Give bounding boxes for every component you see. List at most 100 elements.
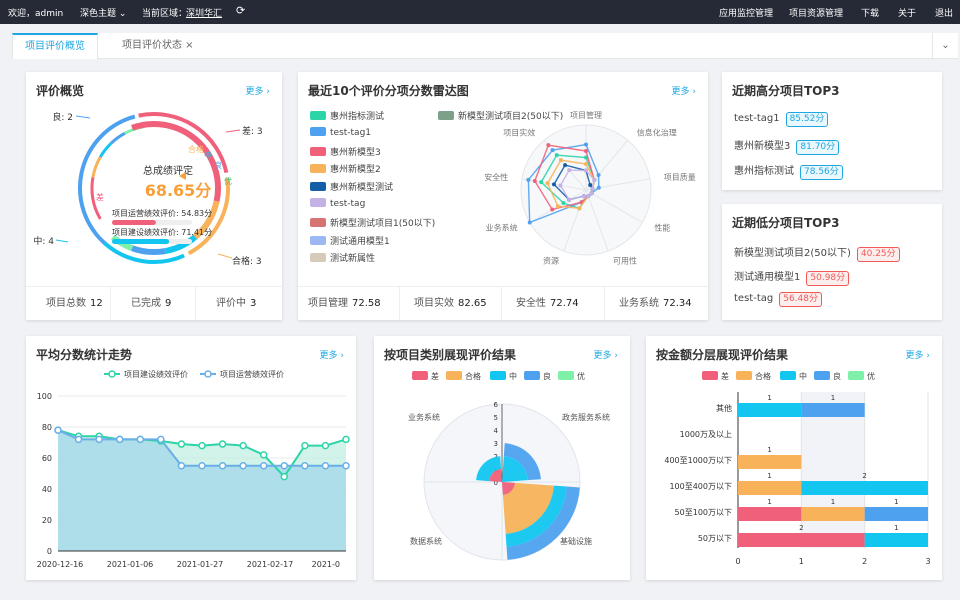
data-point [239,462,247,470]
legend-label: 良 [833,371,841,381]
radius-tick-label: 5 [494,414,498,422]
top-low-panel: 近期低分项目TOP3 新模型测试项目2(50以下) 40.25分 测试通用模型1 5… [722,204,942,320]
legend-label: 优 [867,371,875,381]
stat-completed: 已完成 9 [111,287,196,320]
legend-label: 合格 [755,371,771,381]
chevron-down-icon[interactable]: ⌄ [932,33,958,59]
radar-panel: 最近10个评价分项分数雷达图 更多 › 惠州指标测试 test-tag1 惠州新模型… [298,72,708,320]
grade-segment [109,131,126,145]
radar-point [567,197,572,202]
radar-point [592,178,597,183]
data-point [301,462,309,470]
overview-panel: 评价概览 更多 › 总成绩评定 68.65分 项目运营绩效评价: 54.83分 … [26,72,282,320]
menu-about[interactable]: 关于 [898,6,916,19]
label-line [217,253,233,259]
top-high-item[interactable]: 惠州新模型3 81.70分 [734,137,840,155]
radar-point [577,206,582,211]
bar-segment [738,455,802,469]
category-label: 其他 [716,403,732,413]
ring-label-medium: 中: 4 [33,235,54,247]
radar-point [584,142,588,147]
data-point [321,462,330,470]
radar-axis-label: 性能 [654,223,670,233]
radar-axis-label: 业务系统 [486,223,518,233]
radar-point [588,183,593,188]
legend-swatch [848,371,864,380]
top-low-item[interactable]: 测试通用模型1 50.98分 [734,268,850,286]
radar-chart: 项目管理信息化治理项目质量性能可用性 资源 业务系统 安全性 项目实效 [484,110,696,265]
refresh-icon[interactable]: ⟳ [236,4,245,17]
top-low-item[interactable]: 新模型测试项目2(50以下) 40.25分 [734,244,900,262]
top-bar: 欢迎，admin 深色主题 ⌄ 当前区域： 深圳华汇 ⟳ 应用监控管理 项目资源… [0,0,960,24]
grade-segment [91,156,102,178]
legend-swatch [780,371,796,380]
menu-resource-mgmt[interactable]: 项目资源管理 [789,6,843,19]
data-point [198,462,206,470]
category-label: 400至1000万以下 [664,456,732,465]
x-tick-label: 2021-0 [312,560,340,569]
y-tick-label: 80 [42,423,52,432]
y-tick-label: 100 [37,392,52,401]
data-label: 2 [799,524,803,532]
legend-swatch [412,371,428,380]
radar-axis-label: 项目实效 [503,128,535,138]
data-point [259,451,268,459]
region-label: 当前区域： [142,9,188,19]
radar-axis-label: 信息化治理 [637,128,677,138]
ring-label-pass: 合格: 3 [232,255,262,267]
data-point [136,435,145,444]
amount-panel: 按金额分层展现评价结果 更多 › 差合格中良优 0 1 2 3 其他 1 1 1000万及以上… [646,336,942,580]
menu-logout[interactable]: 退出 [935,6,953,19]
x-tick-label: 2021-01-06 [107,560,154,569]
top-high-item[interactable]: 惠州指标测试 78.56分 [734,162,843,180]
arc-label: 合格 [188,144,204,154]
ring-label-good: 良: 2 [52,111,73,123]
menu-download[interactable]: 下载 [861,6,879,19]
amount-bar-plot: 0 1 2 3 其他 1 1 1000万及以上 400至1000万以下 1 100至400万以下 1 2… [664,392,931,566]
theme-dropdown[interactable]: 深色主题 ⌄ [80,6,126,19]
category-polar-plot: 0123456 [423,401,581,561]
build-score-label: 项目建设绩效评价: 71.41分 [112,227,212,237]
radar-stat-1: 项目管理 72.58 [298,287,400,320]
legend-label: 项目运营绩效评价 [220,369,284,379]
radar-point [567,168,572,173]
menu-app-monitor[interactable]: 应用监控管理 [719,6,773,19]
category-chart: 差合格中良优 0123456 业务系统 政务服务系统 数据系统 基础设施 [408,371,610,561]
bar-segment [864,533,928,547]
data-point [301,441,309,450]
legend-label: 差 [431,371,439,381]
trend-plot: 0 20 40 60 80 100 2020-12-16 2021-01-06 2021-01-… [37,392,350,569]
trend-legend[interactable]: 项目建设绩效评价 项目运营绩效评价 [104,369,284,379]
radar-point [596,185,601,190]
radar-point [584,149,588,153]
radar-point [550,207,555,212]
region-value[interactable]: 深圳华汇 [186,6,222,19]
top-high-item[interactable]: test-tag1 85.52分 [734,112,829,127]
data-point [177,462,186,470]
category-legend[interactable]: 差 合格 中 良 优 [412,371,585,381]
grade-segment [99,142,112,158]
radar-point [550,148,555,153]
ops-score-label: 项目运营绩效评价: 54.83分 [112,208,212,218]
data-point [259,462,268,470]
bar-segment [738,507,802,521]
data-point [218,440,227,448]
amount-legend[interactable]: 差 合格 中 良 优 [702,371,875,381]
radar-point [526,177,531,182]
radar-stat-2: 项目实效 82.65 [400,287,502,320]
data-label: 2 [862,472,866,480]
tab-overview[interactable]: 项目评价概览 [12,33,98,59]
radar-stats: 项目管理 72.58 项目实效 82.65 安全性 72.74 业务系统 72.34 [298,286,708,320]
tab-status[interactable]: 项目评价状态 × [110,33,206,59]
legend-label: 良 [543,371,551,381]
data-point [157,435,165,444]
x-tick-label: 2021-02-17 [247,560,294,569]
polar-axis-label: 数据系统 [410,536,442,546]
radar-point [545,181,550,186]
radar-point [539,180,544,185]
top-low-item[interactable]: test-tag 56.48分 [734,292,822,307]
arc-label: 差 [96,192,104,202]
data-point [95,435,103,444]
legend-swatch [702,371,718,380]
legend-swatch [558,371,574,380]
